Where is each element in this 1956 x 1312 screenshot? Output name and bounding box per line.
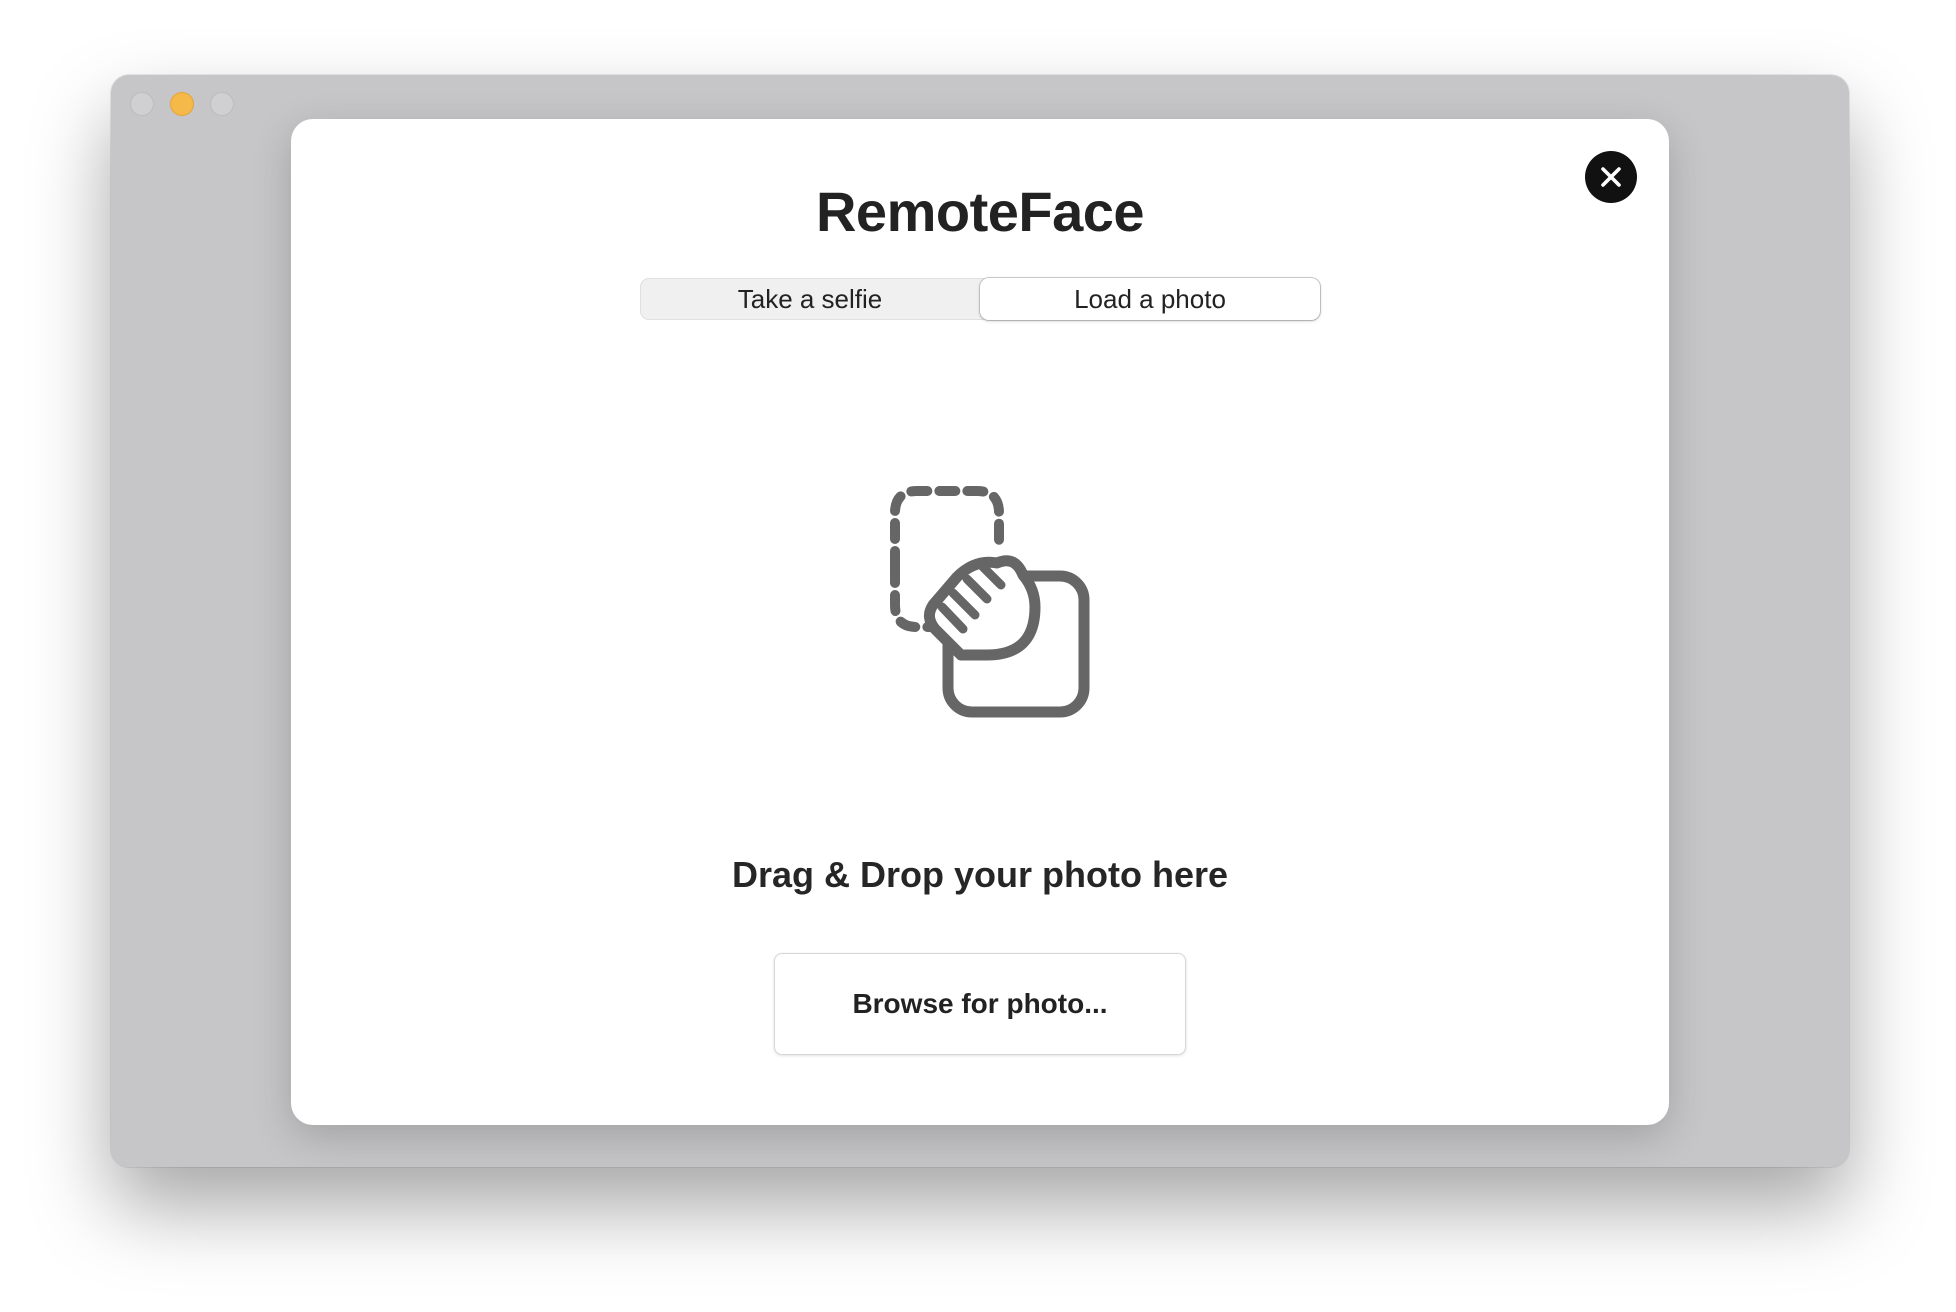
source-segmented-control: Take a selfie Load a photo <box>640 278 1320 320</box>
drag-drop-photo-icon <box>890 486 1090 718</box>
app-window: RemoteFace Take a selfie Load a photo Dr… <box>111 75 1849 1167</box>
tab-take-selfie[interactable]: Take a selfie <box>640 278 980 320</box>
window-minimize-button[interactable] <box>170 92 194 116</box>
drop-zone-text: Drag & Drop your photo here <box>731 854 1229 895</box>
tab-load-photo[interactable]: Load a photo <box>980 278 1320 320</box>
window-close-button[interactable] <box>130 92 154 116</box>
photo-modal: RemoteFace Take a selfie Load a photo Dr… <box>291 119 1669 1125</box>
window-zoom-button[interactable] <box>210 92 234 116</box>
modal-title: RemoteFace <box>815 180 1145 243</box>
browse-photo-button[interactable]: Browse for photo... <box>774 953 1186 1055</box>
window-controls <box>130 92 234 116</box>
